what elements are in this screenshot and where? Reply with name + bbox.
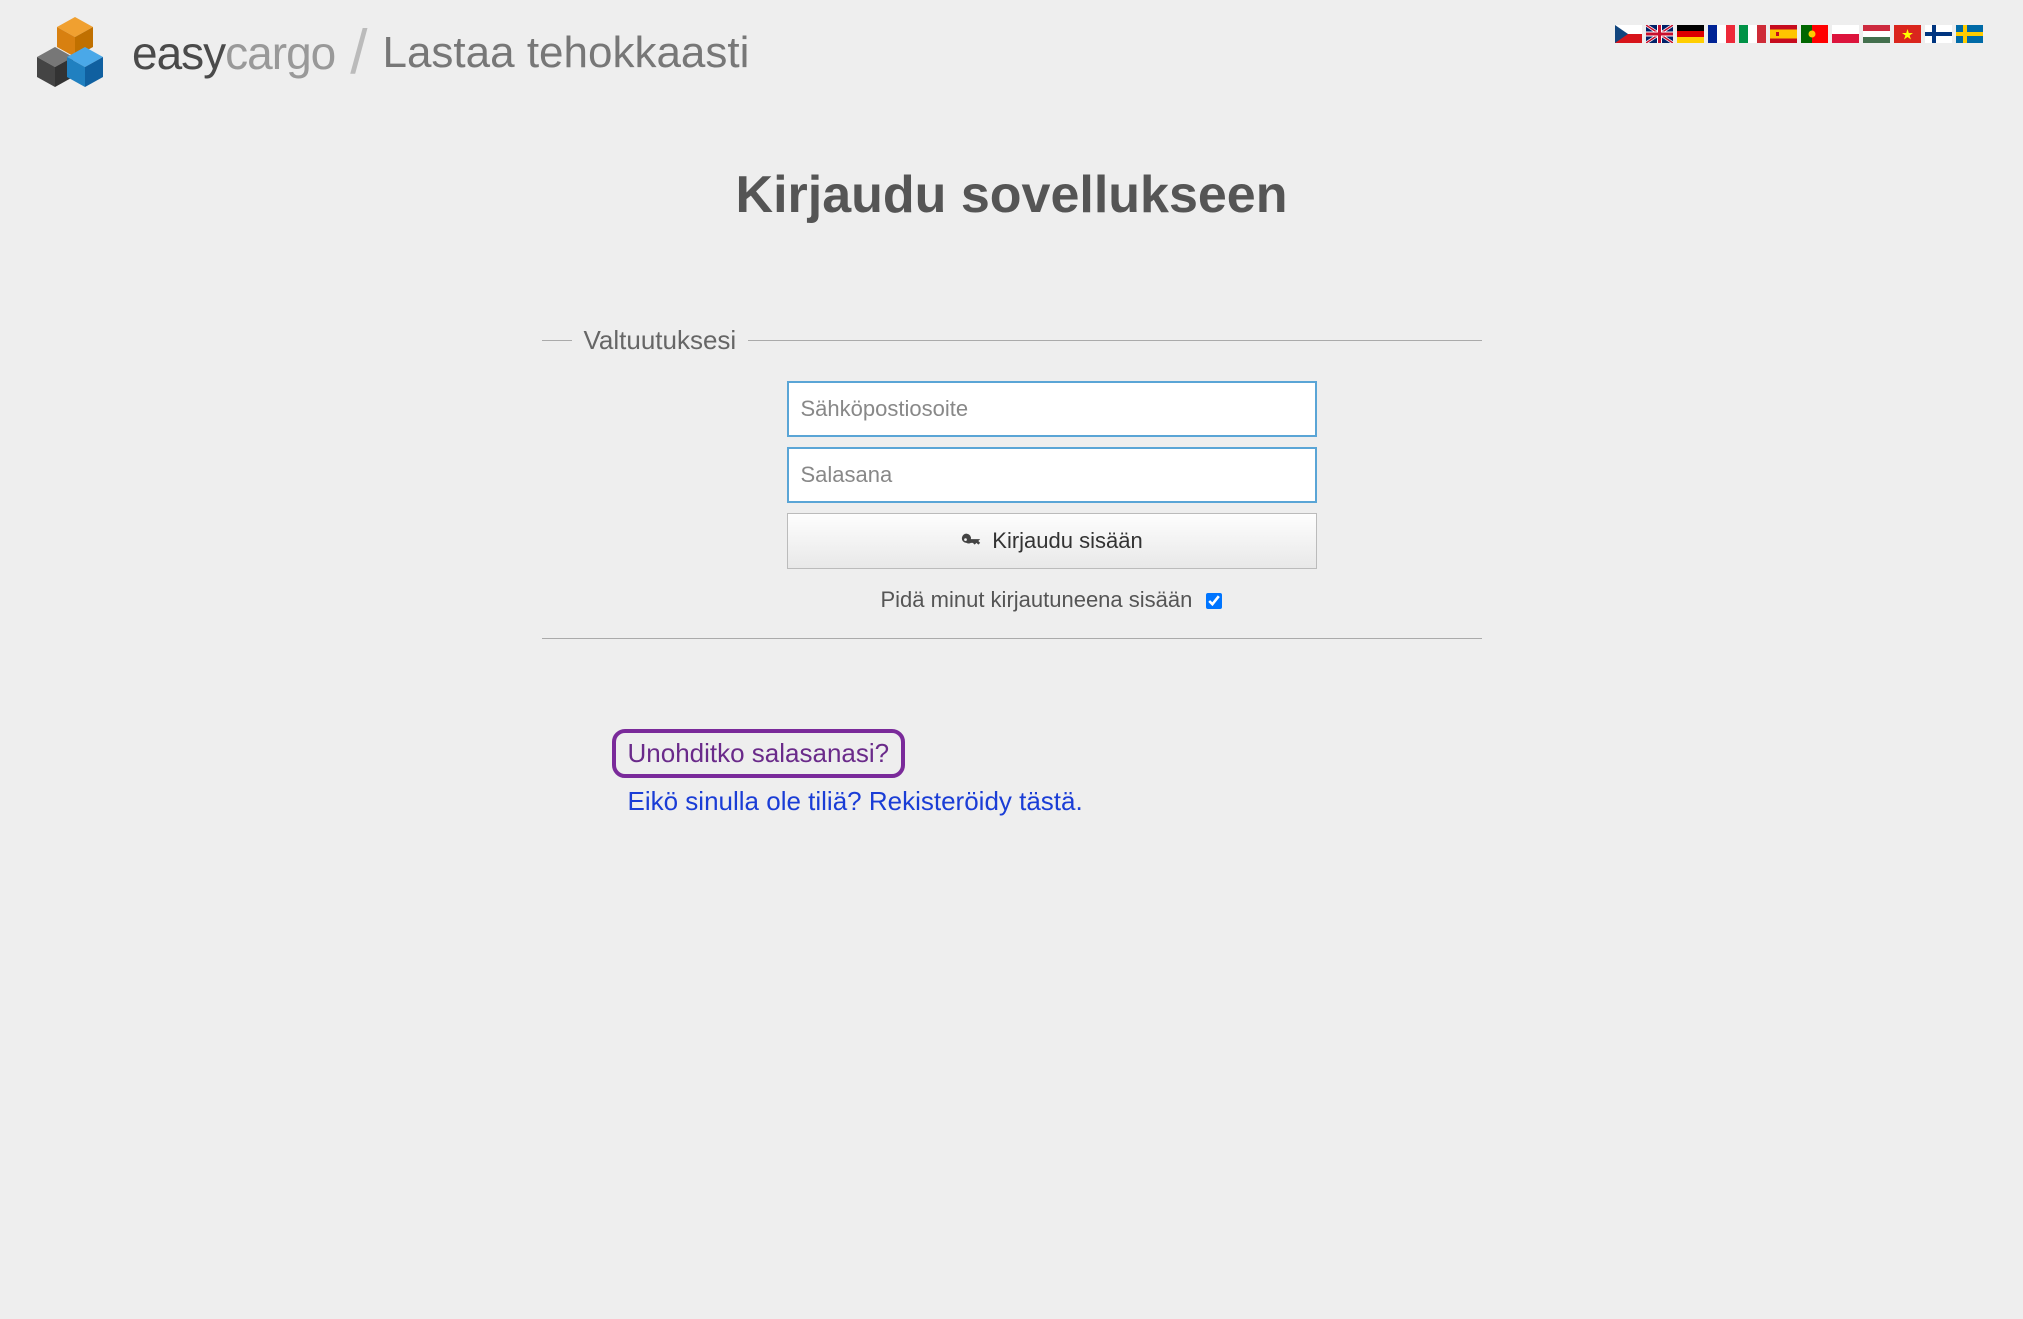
password-input[interactable]: [787, 447, 1317, 503]
credentials-label: Valtuutuksesi: [584, 325, 737, 356]
flag-german[interactable]: [1677, 25, 1704, 43]
flag-vietnamese[interactable]: [1894, 25, 1921, 43]
slash-separator: /: [350, 17, 367, 88]
logo-text: easycargo: [132, 26, 335, 80]
keep-logged-row: Pidä minut kirjautuneena sisään: [787, 587, 1317, 613]
flag-italian[interactable]: [1739, 25, 1766, 43]
divider-line: [748, 340, 1481, 341]
brand-cargo: cargo: [225, 27, 335, 79]
flag-spanish[interactable]: [1770, 25, 1797, 43]
login-form: Valtuutuksesi Kirjaudu sisään Pidä minut…: [512, 325, 1512, 817]
credentials-header-row: Valtuutuksesi: [542, 325, 1482, 356]
email-input[interactable]: [787, 381, 1317, 437]
flag-english[interactable]: [1646, 25, 1673, 43]
keep-logged-label: Pidä minut kirjautuneena sisään: [881, 587, 1193, 612]
brand-easy: easy: [132, 27, 225, 79]
links-area: Unohditko salasanasi? Eikö sinulla ole t…: [612, 729, 1482, 817]
input-area: Kirjaudu sisään Pidä minut kirjautuneena…: [787, 381, 1317, 613]
logo: easycargo: [30, 15, 335, 90]
divider-line: [542, 638, 1482, 639]
flag-portuguese[interactable]: [1801, 25, 1828, 43]
login-button-label: Kirjaudu sisään: [992, 528, 1142, 554]
divider-line: [542, 340, 572, 341]
forgot-password-link[interactable]: Unohditko salasanasi?: [612, 729, 906, 778]
flag-french[interactable]: [1708, 25, 1735, 43]
login-button[interactable]: Kirjaudu sisään: [787, 513, 1317, 569]
flag-finnish[interactable]: [1925, 25, 1952, 43]
page-title: Kirjaudu sovellukseen: [0, 165, 2023, 225]
logo-icon: [30, 15, 120, 90]
flag-polish[interactable]: [1832, 25, 1859, 43]
key-icon: [960, 530, 982, 552]
header: easycargo / Lastaa tehokkaasti: [0, 0, 2023, 105]
flag-swedish[interactable]: [1956, 25, 1983, 43]
flag-czech[interactable]: [1615, 25, 1642, 43]
register-link[interactable]: Eikö sinulla ole tiliä? Rekisteröidy täs…: [628, 786, 1482, 817]
keep-logged-checkbox[interactable]: [1206, 593, 1222, 609]
language-flags: [1615, 25, 1983, 43]
tagline: Lastaa tehokkaasti: [382, 28, 749, 78]
flag-hungarian[interactable]: [1863, 25, 1890, 43]
